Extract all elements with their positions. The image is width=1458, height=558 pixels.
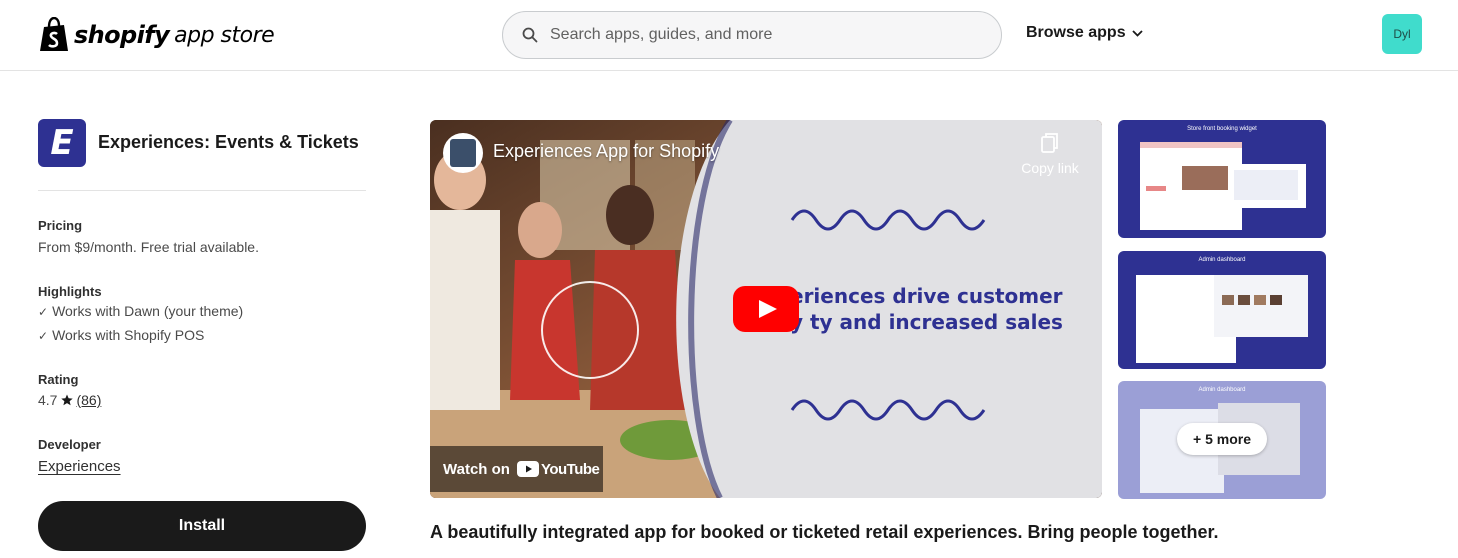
more-screenshots-button[interactable]: + 5 more (1177, 423, 1267, 455)
rating-count-link[interactable]: (86) (76, 392, 101, 408)
video-overlay-line2: y ty and increased sales (790, 310, 1063, 334)
chevron-down-icon (1131, 29, 1143, 37)
search-icon (522, 27, 538, 43)
channel-avatar[interactable] (443, 133, 483, 173)
rating-label: Rating (38, 372, 79, 387)
app-tagline: A beautifully integrated app for booked … (430, 522, 1219, 542)
video-overlay-line1: eriences drive customer (790, 284, 1063, 308)
browse-apps-menu[interactable]: Browse apps (1026, 24, 1143, 42)
watch-on-youtube-button[interactable]: Watch on YouTube (430, 446, 603, 492)
youtube-wordmark: YouTube (540, 460, 600, 478)
app-title: Experiences: Events & Tickets (98, 132, 359, 152)
copy-link-button[interactable]: Copy link (1018, 132, 1082, 176)
youtube-play-icon (516, 461, 539, 477)
thumbnail-preview (1140, 142, 1306, 230)
watch-on-label: Watch on (443, 460, 510, 478)
rating-value: 4.7 (38, 392, 58, 408)
app-icon: E (38, 119, 86, 167)
highlight-item: ✓ Works with Dawn (your theme) (38, 303, 243, 319)
youtube-logo: YouTube (516, 460, 600, 478)
highlight-text: Works with Dawn (your theme) (52, 303, 244, 319)
shopify-bag-icon (40, 17, 68, 51)
checkmark-icon: ✓ (38, 329, 49, 343)
video-title[interactable]: Experiences App for Shopify (493, 141, 719, 162)
shopify-app-store-logo[interactable]: shopify app store (38, 16, 275, 54)
highlight-text: Works with Shopify POS (52, 327, 205, 343)
highlight-item: ✓ Works with Shopify POS (38, 327, 204, 343)
channel-avatar-image (450, 139, 476, 167)
highlights-label: Highlights (38, 284, 102, 299)
search-box[interactable] (502, 11, 1002, 59)
thumbnail-preview (1136, 275, 1308, 363)
search-input[interactable] (550, 26, 970, 44)
rating-row: 4.7 (86) (38, 392, 101, 408)
install-button[interactable]: Install (38, 501, 366, 551)
logo-subtitle: app store (174, 22, 275, 48)
checkmark-icon: ✓ (38, 305, 49, 319)
pricing-value: From $9/month. Free trial available. (38, 239, 259, 255)
copy-link-label: Copy link (1021, 160, 1079, 176)
developer-link[interactable]: Experiences (38, 458, 121, 475)
screenshot-thumbnail-1[interactable]: Store front booking widget (1118, 120, 1326, 238)
sidebar-divider (38, 190, 366, 191)
app-icon-letter: E (50, 123, 74, 163)
logo-wordmark: shopify (74, 21, 170, 49)
play-button-icon[interactable] (733, 286, 799, 332)
copy-icon (1041, 133, 1058, 153)
browse-apps-label: Browse apps (1026, 24, 1126, 41)
screenshot-thumbnail-2[interactable]: Admin dashboard (1118, 251, 1326, 369)
star-icon (61, 394, 74, 406)
developer-label: Developer (38, 437, 101, 452)
pricing-label: Pricing (38, 218, 83, 233)
user-avatar[interactable]: Dyl (1382, 14, 1422, 54)
top-header: shopify app store Browse apps Dyl (0, 0, 1458, 71)
